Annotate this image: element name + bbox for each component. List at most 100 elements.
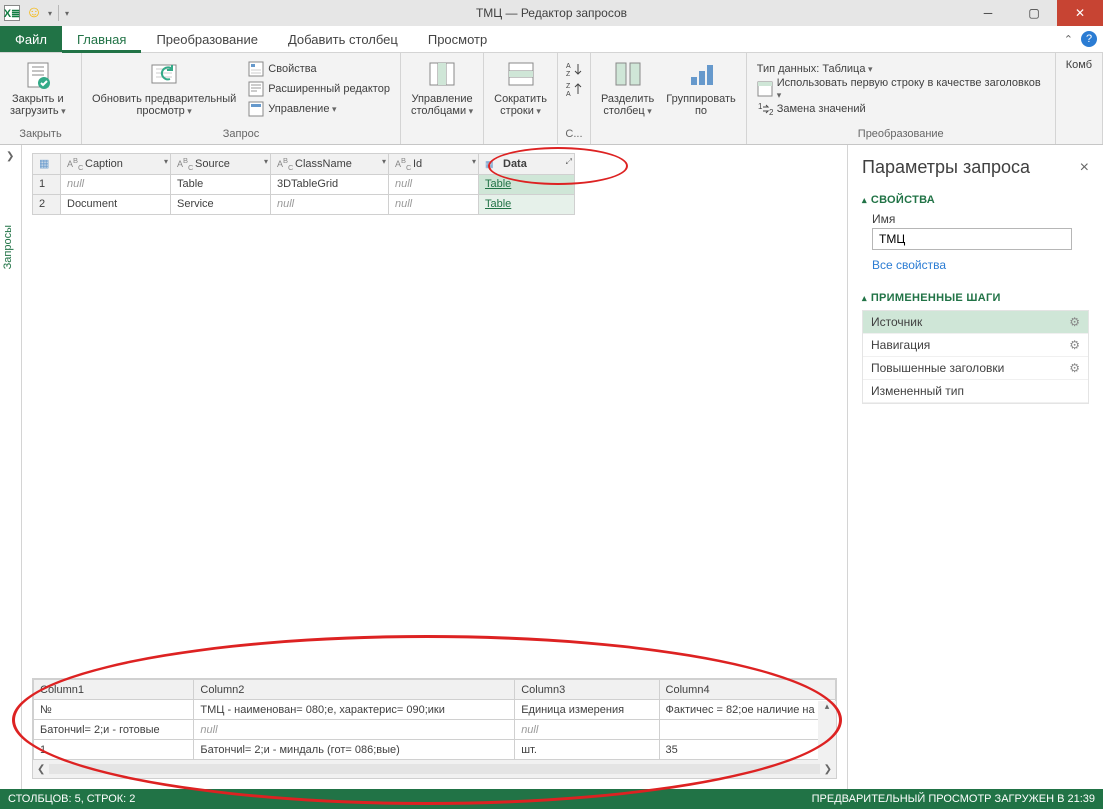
preview-col3[interactable]: Column3: [515, 680, 659, 700]
combine-button[interactable]: Комб: [1060, 57, 1098, 127]
tab-view[interactable]: Просмотр: [413, 26, 502, 52]
split-column-icon: [612, 59, 644, 91]
use-first-row-headers-button[interactable]: Использовать первую строку в качестве за…: [751, 79, 1051, 99]
grid-cell[interactable]: null: [389, 174, 479, 194]
tab-file[interactable]: Файл: [0, 26, 62, 52]
qat-customize-icon[interactable]: ▾: [65, 9, 69, 18]
feedback-dropdown-icon[interactable]: ▾: [48, 9, 52, 18]
col-header-id[interactable]: ABCId▾: [389, 154, 479, 175]
preview-cell[interactable]: Батончиl= 2;и - готовые: [34, 720, 194, 740]
gear-icon[interactable]: ⚙: [1069, 361, 1080, 375]
preview-cell[interactable]: null: [194, 720, 515, 740]
close-and-load-button[interactable]: Закрыть и загрузить: [4, 57, 72, 127]
collapse-ribbon-icon[interactable]: ⌃: [1064, 33, 1073, 46]
grid-header-row: ▦ ABCCaption▾ ABCSource▾ ABCClassName▾ A…: [33, 154, 575, 175]
close-button[interactable]: ✕: [1057, 0, 1103, 26]
expand-queries-icon[interactable]: ❯: [6, 151, 14, 162]
col-header-data[interactable]: ▦Data⤢: [479, 154, 575, 175]
refresh-preview-button[interactable]: Обновить предварительный просмотр: [86, 57, 242, 127]
properties-section-head[interactable]: СВОЙСТВА: [862, 194, 1089, 206]
scroll-up-icon[interactable]: ▴: [825, 701, 830, 712]
preview-col4[interactable]: Column4: [659, 680, 835, 700]
grid-cell[interactable]: Service: [171, 194, 271, 214]
preview-cell[interactable]: 1: [34, 740, 194, 760]
preview-cell[interactable]: Батончиl= 2;и - миндаль (гот= 086;вые): [194, 740, 515, 760]
corner-cell[interactable]: ▦: [33, 154, 61, 175]
advanced-editor-button[interactable]: Расширенный редактор: [242, 79, 396, 99]
reduce-rows-button[interactable]: Сократить строки: [488, 57, 553, 127]
query-settings-pane: Параметры запроса × СВОЙСТВА Имя Все сво…: [848, 145, 1103, 789]
preview-scroll-h[interactable]: ❮ ❯: [33, 760, 836, 778]
tab-transform[interactable]: Преобразование: [141, 26, 273, 52]
step-label: Измененный тип: [871, 384, 964, 398]
tab-add-column[interactable]: Добавить столбец: [273, 26, 413, 52]
filter-icon[interactable]: ▾: [164, 157, 168, 166]
preview-row[interactable]: №ТМЦ - наименован= 080;е, характерис= 09…: [34, 700, 836, 720]
preview-cell[interactable]: null: [515, 720, 659, 740]
grid-cell[interactable]: Table: [479, 194, 575, 214]
applied-step[interactable]: Повышенные заголовки⚙: [863, 357, 1088, 380]
tab-home[interactable]: Главная: [62, 26, 141, 52]
group-close-label: Закрыть: [0, 128, 81, 144]
preview-row[interactable]: Батончиl= 2;и - готовыеnullnull: [34, 720, 836, 740]
grid-cell[interactable]: 3DTableGrid: [271, 174, 389, 194]
group-by-button[interactable]: Группировать по: [660, 57, 742, 127]
gear-icon[interactable]: ⚙: [1069, 315, 1080, 329]
maximize-button[interactable]: ▢: [1011, 0, 1057, 26]
split-column-button[interactable]: Разделить столбец: [595, 57, 660, 127]
scroll-right-icon[interactable]: ❯: [824, 764, 832, 775]
row-number[interactable]: 1: [33, 174, 61, 194]
preview-row[interactable]: 1Батончиl= 2;и - миндаль (гот= 086;вые)ш…: [34, 740, 836, 760]
grid-cell[interactable]: Table: [479, 174, 575, 194]
replace-values-button[interactable]: 12 Замена значений: [751, 99, 1051, 119]
applied-step[interactable]: Измененный тип: [863, 380, 1088, 403]
manage-label: Управление: [268, 103, 336, 115]
grid-row[interactable]: 1nullTable3DTableGridnullTable: [33, 174, 575, 194]
minimize-button[interactable]: ─: [965, 0, 1011, 26]
query-name-input[interactable]: [872, 228, 1072, 250]
grid-cell[interactable]: null: [61, 174, 171, 194]
advanced-editor-label: Расширенный редактор: [268, 83, 390, 95]
rightpane-close-button[interactable]: ×: [1080, 159, 1089, 177]
col-header-source[interactable]: ABCSource▾: [171, 154, 271, 175]
col-header-classname[interactable]: ABCClassName▾: [271, 154, 389, 175]
preview-col2[interactable]: Column2: [194, 680, 515, 700]
help-icon[interactable]: ?: [1081, 31, 1097, 47]
preview-cell[interactable]: Единица измерения: [515, 700, 659, 720]
manage-columns-button[interactable]: Управление столбцами: [405, 57, 479, 127]
preview-scroll-v[interactable]: ▴: [818, 701, 836, 760]
preview-cell[interactable]: №: [34, 700, 194, 720]
grid-cell[interactable]: Document: [61, 194, 171, 214]
preview-cell[interactable]: Фактичес = 82;ое наличие на 08: [659, 700, 835, 720]
scroll-left-icon[interactable]: ❮: [37, 764, 45, 775]
applied-steps-head[interactable]: ПРИМЕНЕННЫЕ ШАГИ: [862, 292, 1089, 304]
filter-icon[interactable]: ▾: [264, 157, 268, 166]
preview-cell[interactable]: [659, 720, 835, 740]
applied-step[interactable]: Источник⚙: [863, 311, 1088, 334]
preview-cell[interactable]: 35: [659, 740, 835, 760]
feedback-icon[interactable]: ☺: [26, 5, 42, 21]
sort-asc-button[interactable]: AZ: [564, 59, 584, 79]
row-number[interactable]: 2: [33, 194, 61, 214]
queries-side-rail[interactable]: ❯ Запросы: [0, 145, 22, 789]
data-grid[interactable]: ▦ ABCCaption▾ ABCSource▾ ABCClassName▾ A…: [32, 153, 575, 215]
grid-cell[interactable]: null: [389, 194, 479, 214]
grid-row[interactable]: 2DocumentServicenullnullTable: [33, 194, 575, 214]
preview-table[interactable]: Column1 Column2 Column3 Column4 №ТМЦ - н…: [33, 679, 836, 760]
filter-icon[interactable]: ▾: [382, 157, 386, 166]
gear-icon[interactable]: ⚙: [1069, 338, 1080, 352]
properties-button[interactable]: Свойства: [242, 59, 396, 79]
sort-desc-button[interactable]: ZA: [564, 79, 584, 99]
preview-cell[interactable]: ТМЦ - наименован= 080;е, характерис= 090…: [194, 700, 515, 720]
expand-icon[interactable]: ⤢: [566, 157, 572, 167]
preview-col1[interactable]: Column1: [34, 680, 194, 700]
col-header-caption[interactable]: ABCCaption▾: [61, 154, 171, 175]
applied-step[interactable]: Навигация⚙: [863, 334, 1088, 357]
manage-button[interactable]: Управление: [242, 99, 396, 119]
data-type-button[interactable]: Тип данных: Таблица: [751, 59, 1051, 79]
grid-cell[interactable]: null: [271, 194, 389, 214]
grid-cell[interactable]: Table: [171, 174, 271, 194]
preview-cell[interactable]: шт.: [515, 740, 659, 760]
filter-icon[interactable]: ▾: [472, 157, 476, 166]
all-properties-link[interactable]: Все свойства: [872, 258, 946, 272]
